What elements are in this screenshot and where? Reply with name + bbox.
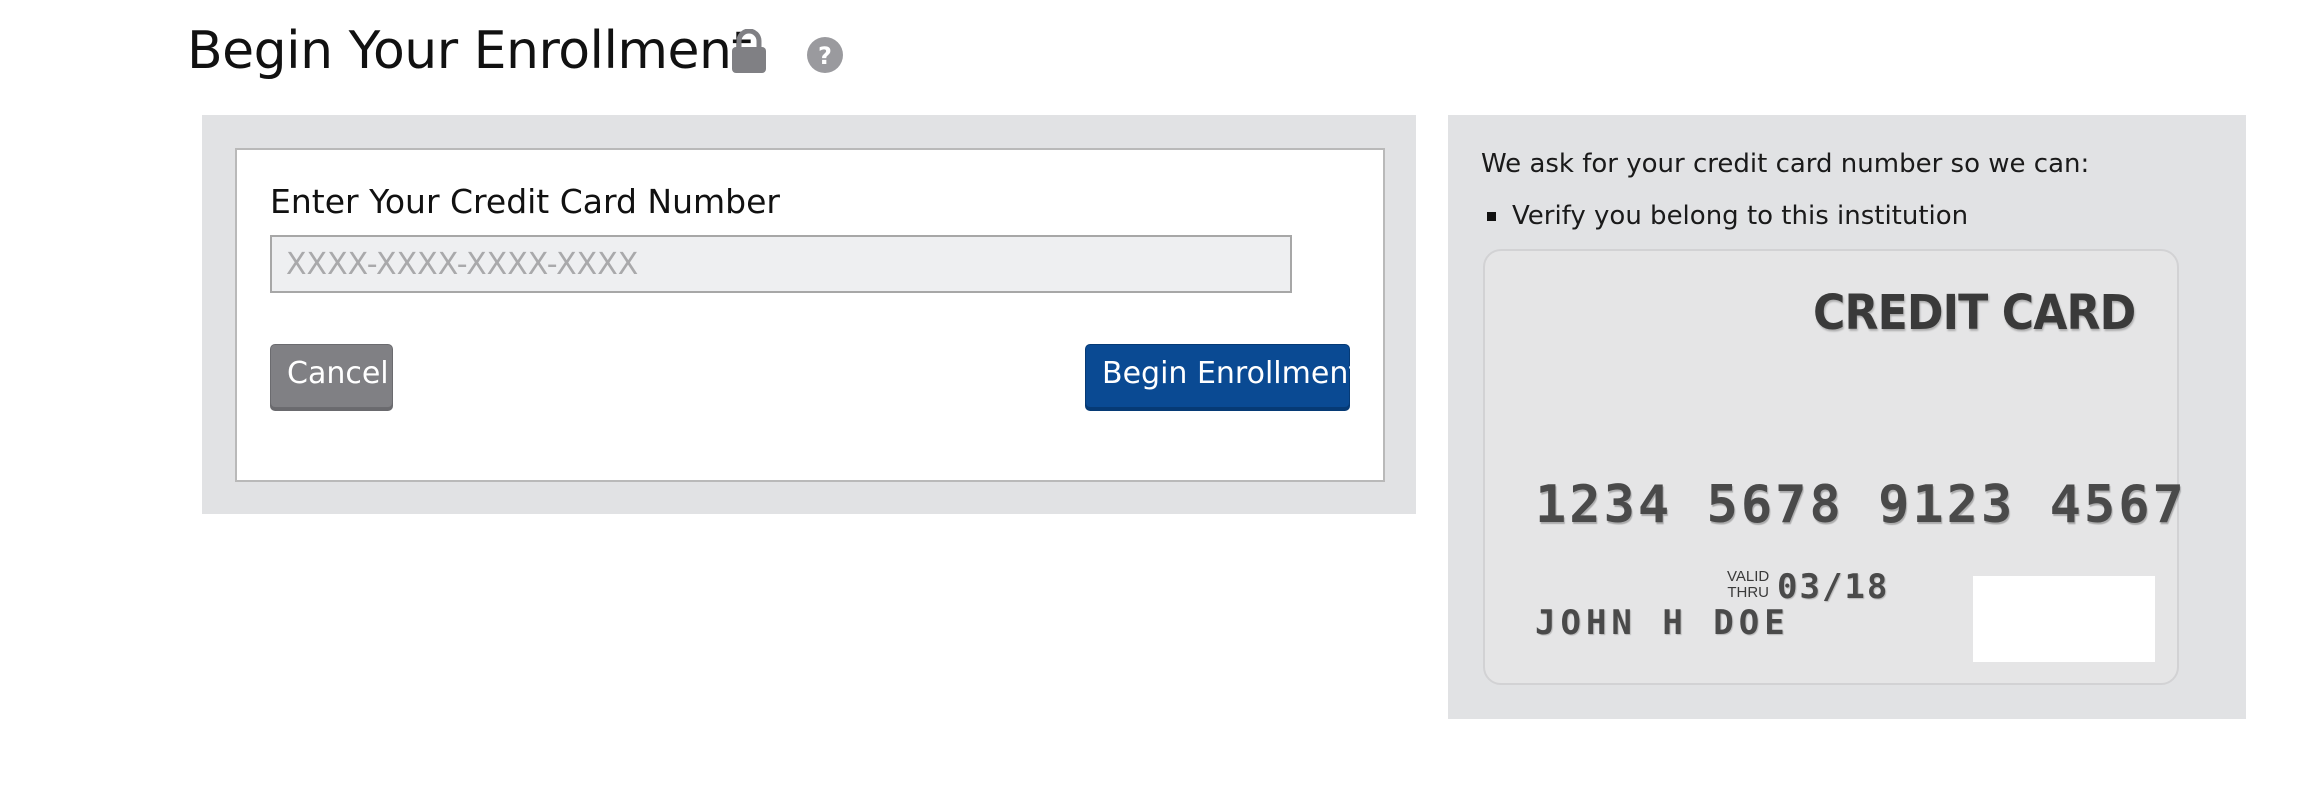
list-item: Verify you belong to this institution — [1481, 201, 1968, 231]
card-signature-box — [1973, 576, 2155, 662]
credit-card-form: Enter Your Credit Card Number Cancel Beg… — [235, 148, 1385, 482]
cancel-button[interactable]: Cancel — [270, 344, 393, 408]
list-item-text: Verify you belong to this institution — [1512, 201, 1969, 231]
card-expiry: 03/18 — [1777, 567, 1890, 607]
card-number: 1234 5678 9123 4567 — [1535, 475, 2187, 535]
card-title: CREDIT CARD — [1812, 285, 2136, 341]
svg-text:?: ? — [818, 42, 832, 70]
bullet-icon — [1487, 212, 1496, 221]
valid-label: VALID — [1727, 568, 1770, 585]
help-icon[interactable]: ? — [807, 37, 843, 73]
enrollment-panel: Enter Your Credit Card Number Cancel Beg… — [202, 115, 1416, 514]
info-list: Verify you belong to this institution — [1481, 201, 1968, 231]
page-title: Begin Your Enrollment — [187, 21, 752, 81]
info-panel: We ask for your credit card number so we… — [1448, 115, 2246, 719]
thru-label: THRU — [1727, 584, 1769, 601]
credit-card-label: Enter Your Credit Card Number — [270, 182, 780, 221]
credit-card-input[interactable] — [270, 235, 1292, 293]
lock-icon — [731, 28, 767, 73]
begin-enrollment-button[interactable]: Begin Enrollment — [1085, 344, 1360, 408]
info-intro: We ask for your credit card number so we… — [1481, 149, 2090, 179]
credit-card-illustration: CREDIT CARD 1234 5678 9123 4567 VALID TH… — [1483, 249, 2184, 685]
valid-thru-label: VALID THRU — [1727, 569, 1769, 601]
card-holder-name: JOHN H DOE — [1535, 603, 1790, 643]
